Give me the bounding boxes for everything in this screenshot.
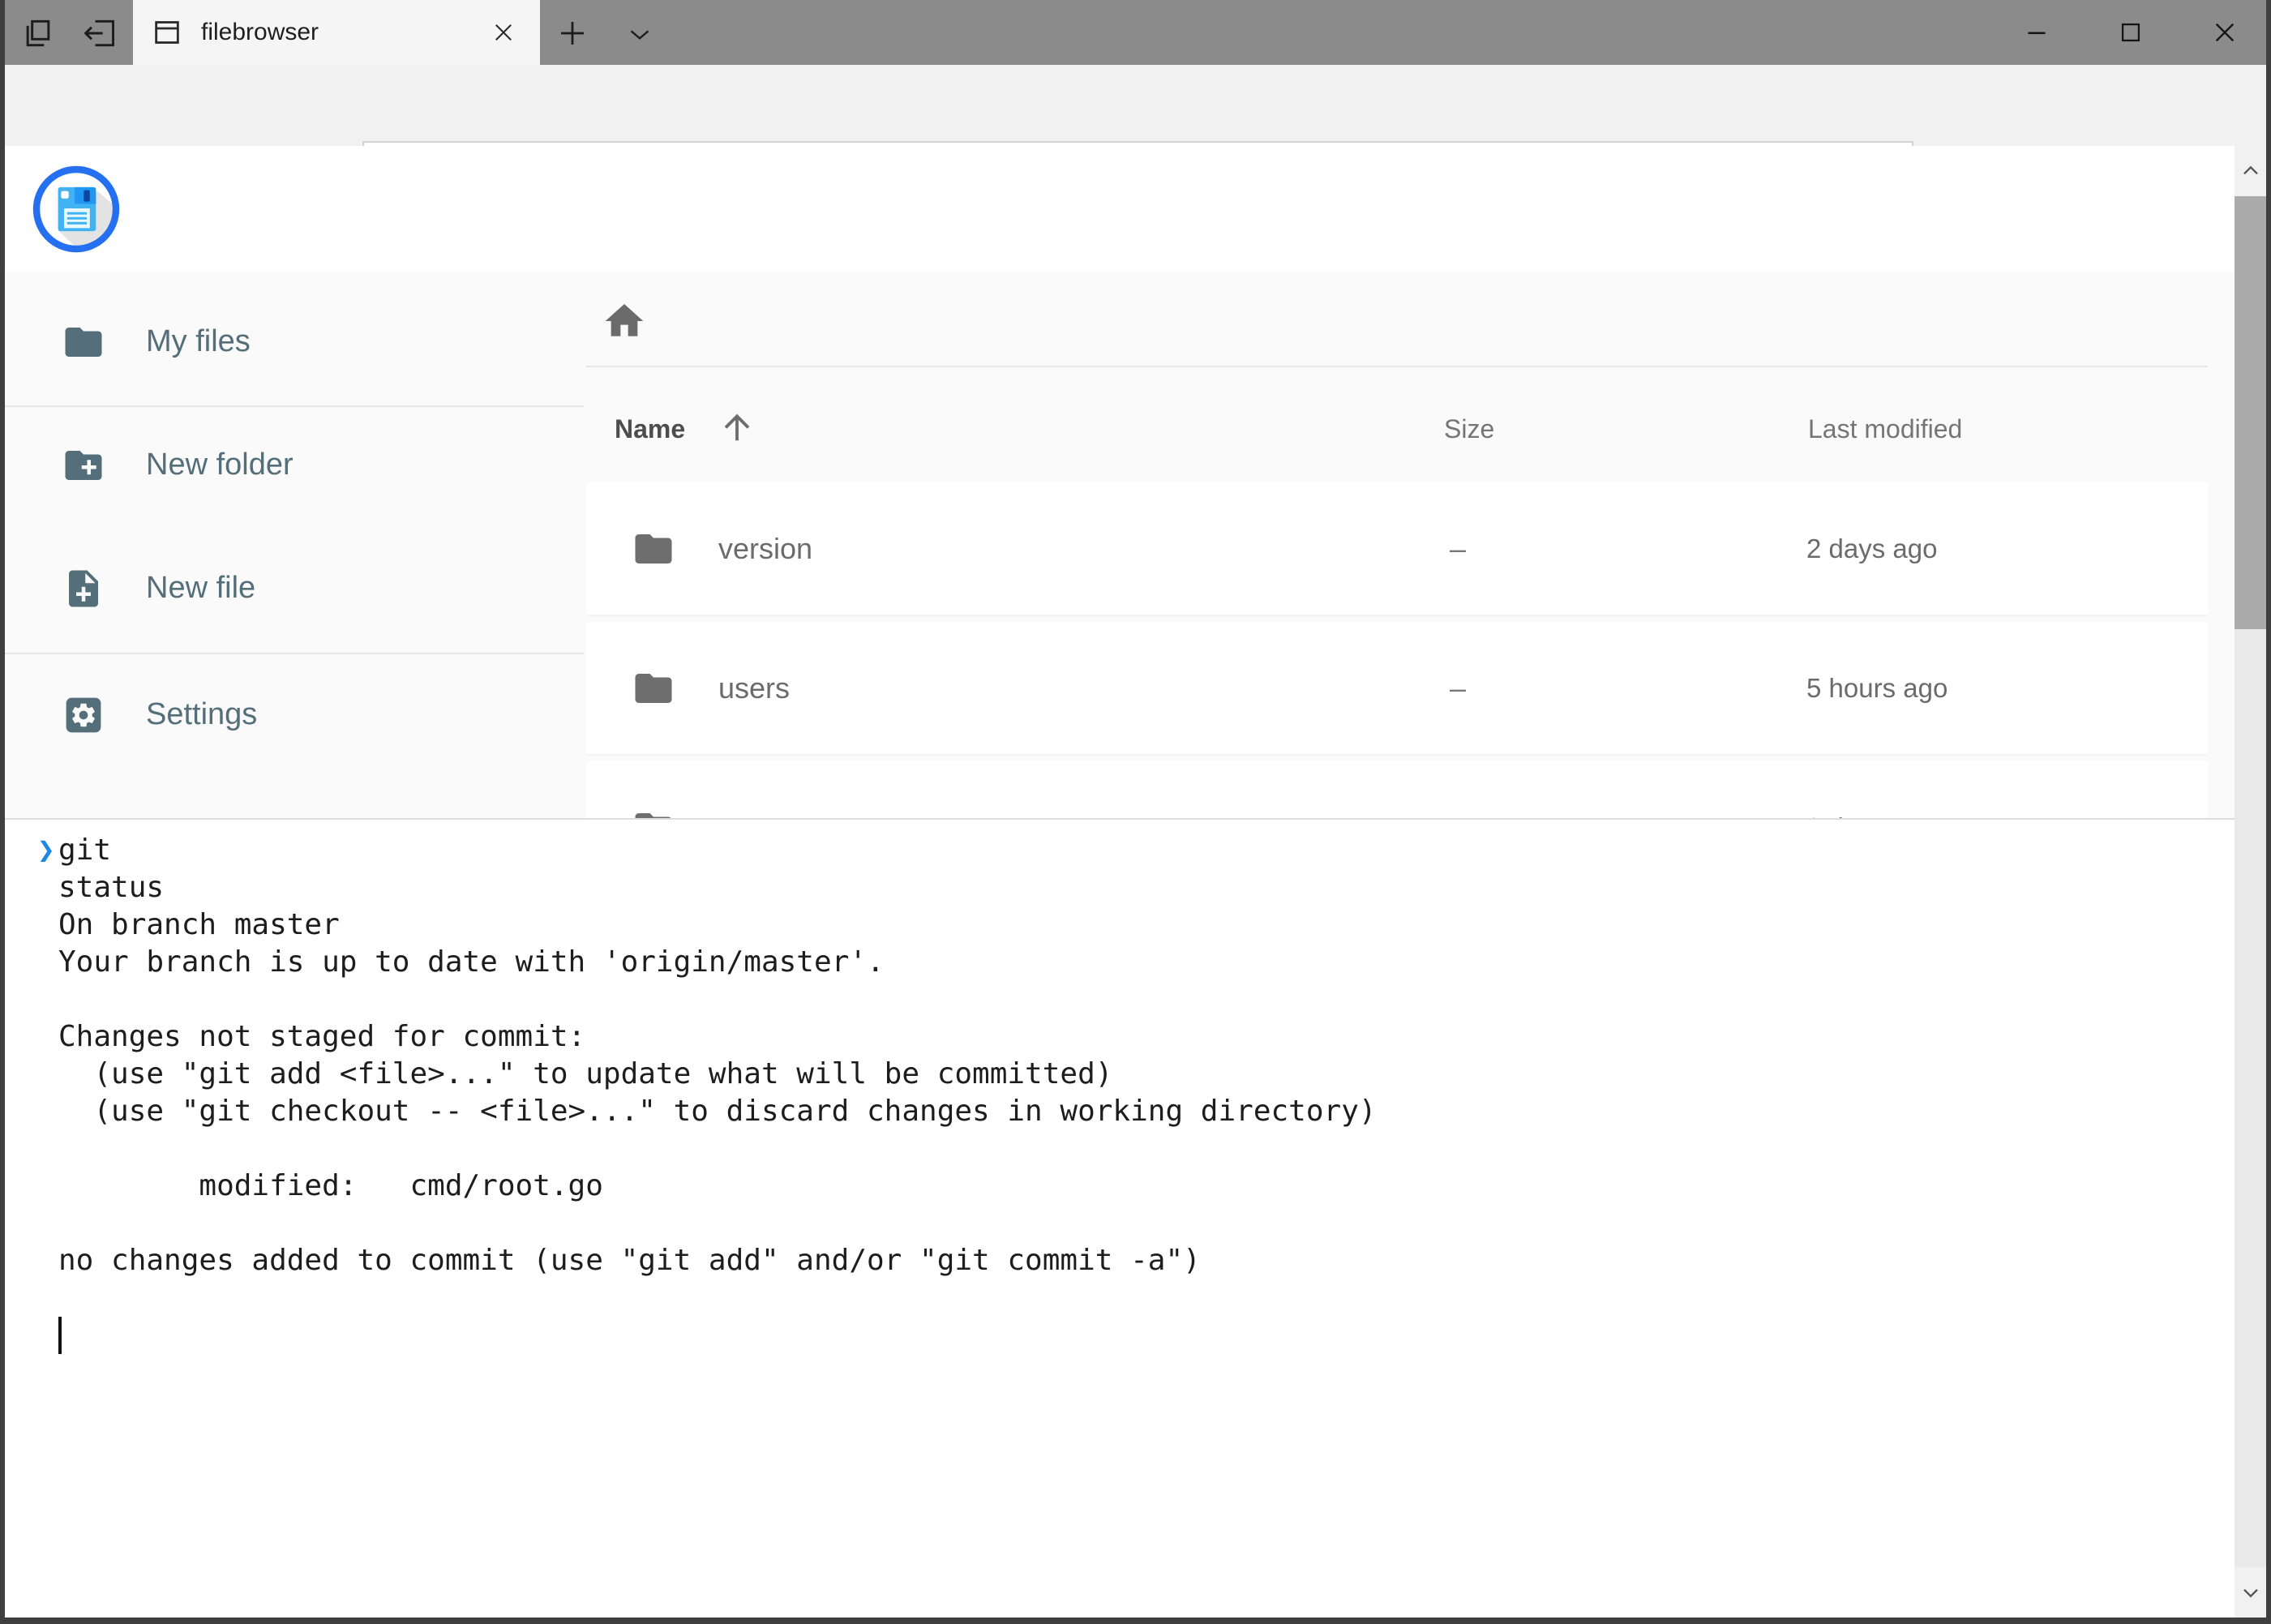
breadcrumb-divider	[586, 366, 2208, 367]
column-header-size[interactable]: Size	[1444, 409, 1494, 448]
scroll-up-button[interactable]	[2235, 146, 2266, 196]
sidebar-item-label: My files	[146, 305, 251, 378]
window-border-left	[0, 0, 5, 1624]
window-border-right	[2266, 0, 2271, 1624]
folder-icon	[632, 527, 675, 571]
file-row-version[interactable]: version – 2 days ago	[586, 482, 2208, 615]
tab-preview-button[interactable]	[19, 15, 57, 52]
close-icon	[2209, 17, 2240, 48]
file-row-storage[interactable]: storage – 2 days ago	[586, 761, 2208, 818]
column-header-name[interactable]: Name	[615, 409, 685, 448]
tab-preview-icon	[20, 15, 56, 51]
sidebar-item-label: Settings	[146, 678, 257, 751]
prompt-chevron-icon: ❯	[37, 832, 55, 869]
sidebar-item-new-file[interactable]: New file	[5, 551, 584, 624]
tab-title: filebrowser	[201, 19, 319, 46]
maximize-icon	[2117, 19, 2145, 46]
app-toolbar	[5, 146, 2235, 272]
file-modified: 5 hours ago	[1806, 622, 1947, 754]
sort-ascending-icon[interactable]	[718, 408, 756, 445]
minimize-icon	[2022, 18, 2051, 47]
tab-bar: filebrowser	[0, 0, 2271, 65]
file-name: users	[718, 622, 790, 754]
terminal-output: On branch master Your branch is up to da…	[58, 869, 1377, 1279]
close-window-button[interactable]	[2199, 11, 2251, 54]
page-scrollbar	[2235, 146, 2266, 1618]
sidebar-item-new-folder[interactable]: New folder	[5, 428, 584, 501]
sidebar-item-settings[interactable]: Settings	[5, 678, 584, 751]
new-folder-icon	[62, 443, 105, 487]
file-name: version	[718, 482, 812, 615]
browser-tab[interactable]: filebrowser	[133, 0, 540, 65]
terminal-panel[interactable]: ❯ git status On branch master Your branc…	[5, 818, 2235, 1618]
page-icon	[151, 16, 183, 49]
sidebar-divider	[5, 405, 584, 407]
sidebar-item-label: New folder	[146, 428, 294, 501]
file-size: –	[1450, 622, 1466, 754]
window-border-bottom	[0, 1618, 2271, 1624]
close-tab-icon[interactable]	[490, 19, 517, 46]
content-area: My files New folder New file Settings	[5, 272, 2235, 818]
minimize-button[interactable]	[2011, 11, 2063, 54]
file-row-users[interactable]: users – 5 hours ago	[586, 622, 2208, 754]
file-modified: 2 days ago	[1806, 482, 1937, 615]
new-tab-icon	[555, 16, 589, 50]
file-name: storage	[718, 761, 816, 818]
folder-icon	[62, 320, 105, 364]
gear-icon	[62, 693, 105, 737]
browser-window: filebrowser	[0, 0, 2271, 1624]
file-list: version – 2 days ago users – 5 hours ago…	[586, 482, 2208, 818]
sidebar-item-label: New file	[146, 551, 255, 624]
set-tabs-aside-button[interactable]	[79, 15, 120, 52]
file-size: –	[1450, 482, 1466, 615]
chevron-down-icon	[623, 19, 656, 49]
column-header-modified[interactable]: Last modified	[1808, 409, 1962, 448]
folder-icon	[632, 806, 675, 818]
maximize-button[interactable]	[2105, 11, 2157, 54]
home-breadcrumb-icon	[602, 298, 650, 344]
file-size: –	[1450, 761, 1466, 818]
navigation-bar: filebrowser.web/files/	[0, 65, 2271, 146]
new-file-icon	[62, 567, 105, 611]
sidebar-divider	[5, 653, 584, 654]
terminal-cursor	[58, 1317, 62, 1354]
set-tabs-aside-icon	[81, 15, 118, 51]
scroll-down-button[interactable]	[2235, 1567, 2266, 1618]
scrollbar-thumb[interactable]	[2235, 196, 2266, 629]
breadcrumb-home-button[interactable]	[602, 298, 650, 347]
filebrowser-logo[interactable]	[31, 164, 122, 255]
file-modified: 2 days ago	[1806, 761, 1937, 818]
sidebar-item-my-files[interactable]: My files	[5, 305, 584, 378]
tab-menu-button[interactable]	[621, 18, 658, 50]
folder-icon	[632, 666, 675, 710]
new-tab-button[interactable]	[554, 15, 591, 52]
